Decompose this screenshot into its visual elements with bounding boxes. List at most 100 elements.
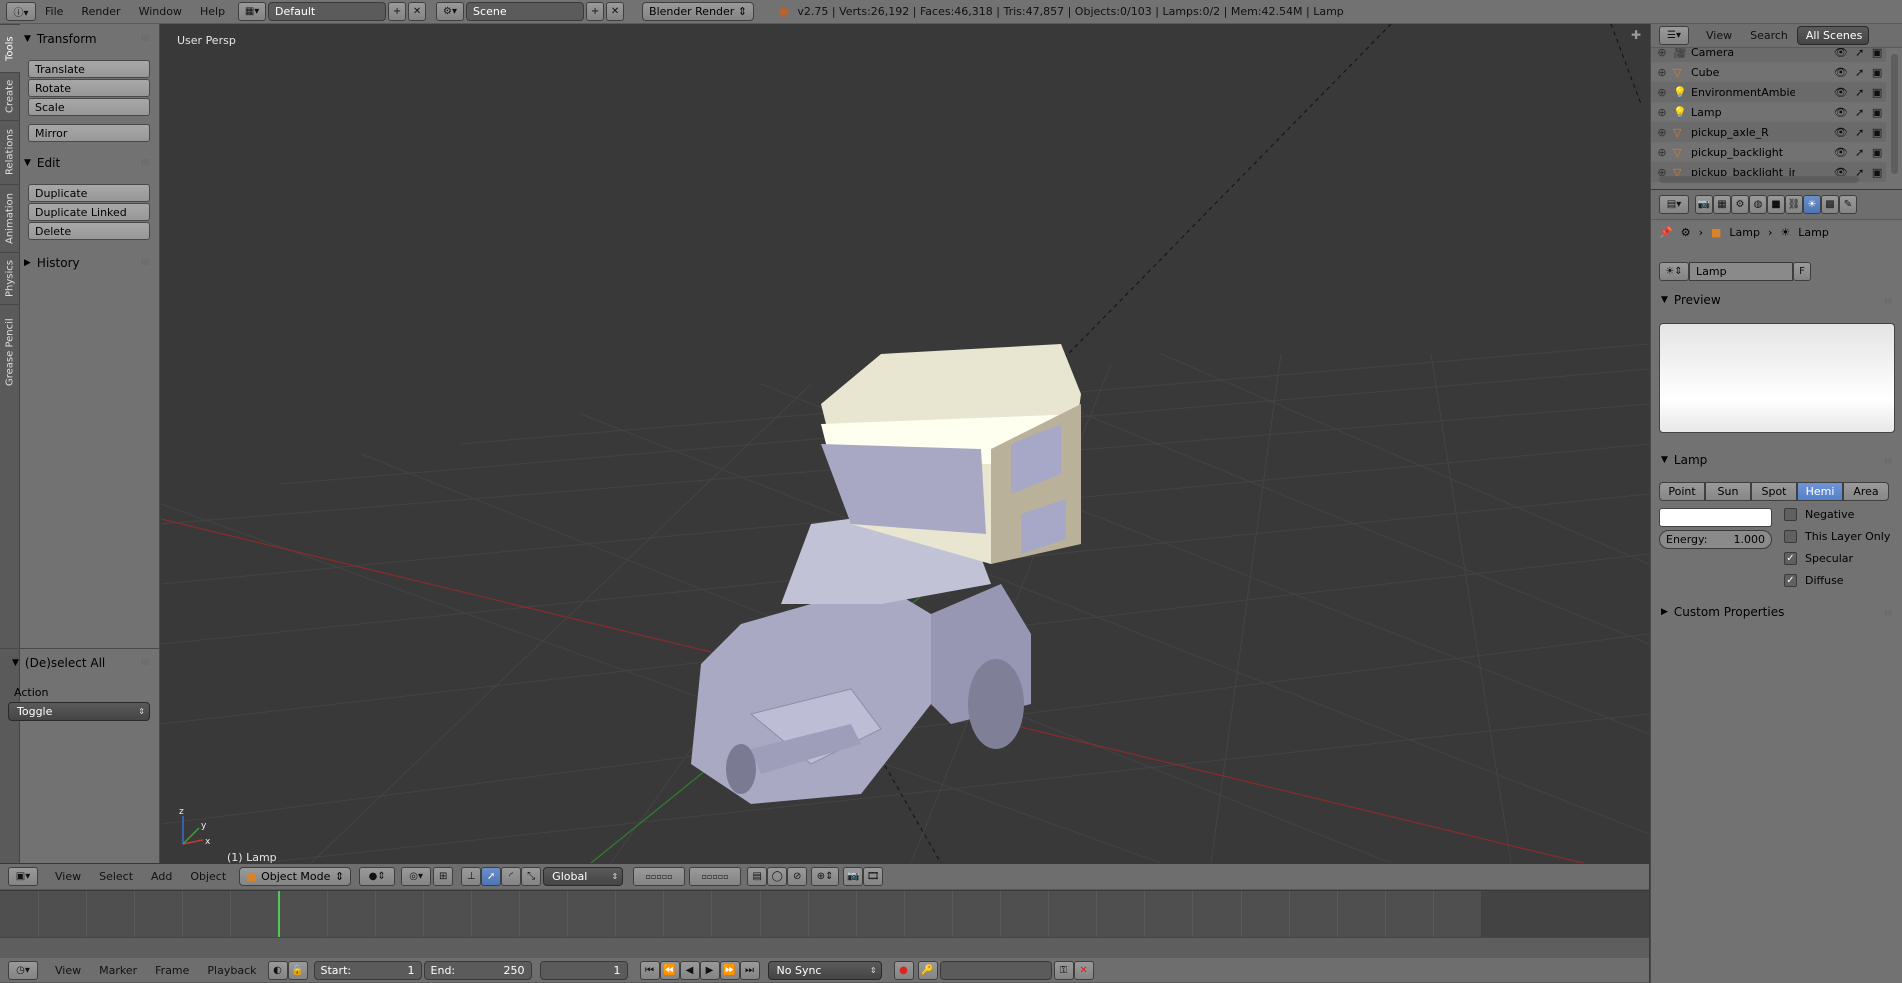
- option-negative[interactable]: Negative: [1784, 508, 1854, 521]
- jump-keyframe-back-icon[interactable]: ⏪: [659, 960, 680, 980]
- render-camera-icon[interactable]: ▣: [1872, 126, 1882, 139]
- insert-keyframe-icon[interactable]: ⚿: [1053, 960, 1074, 980]
- manipulator-icon[interactable]: ⊥: [461, 867, 482, 886]
- viewport-shading-icon[interactable]: ●⇕: [359, 867, 396, 886]
- outliner-editor-type-icon[interactable]: ☰▾: [1659, 26, 1689, 45]
- panel-grip-icon[interactable]: ⁝⁝⁝: [141, 658, 149, 667]
- panel-grip-icon[interactable]: ⁝⁝⁝: [141, 158, 149, 167]
- constraints-tab-icon[interactable]: ⛓: [1785, 195, 1803, 214]
- outliner-row[interactable]: ⊕ 🎥 Camera 👁 ➚ ▣: [1651, 48, 1886, 62]
- tab-animation[interactable]: Animation: [0, 184, 20, 252]
- render-camera-icon[interactable]: ▣: [1872, 146, 1882, 159]
- lamp-type-sun[interactable]: Sun: [1705, 482, 1751, 501]
- panel-grip-icon[interactable]: ⁝⁝⁝: [1884, 457, 1892, 466]
- duplicate-button[interactable]: Duplicate: [28, 184, 150, 202]
- option-diffuse[interactable]: ✓ Diffuse: [1784, 574, 1844, 587]
- lamp-data-tab-icon[interactable]: ☀: [1803, 195, 1821, 214]
- checkbox-icon[interactable]: ✓: [1784, 552, 1797, 565]
- energy-field[interactable]: Energy: 1.000: [1659, 530, 1772, 549]
- expand-icon[interactable]: ⊕: [1651, 86, 1673, 99]
- panel-grip-icon[interactable]: ⁝⁝⁝: [1884, 297, 1892, 306]
- keying-set-icon[interactable]: 🔑: [917, 960, 938, 980]
- expand-icon[interactable]: ⊕: [1651, 66, 1673, 79]
- outliner-object-name[interactable]: Camera: [1691, 48, 1795, 59]
- tab-tools[interactable]: Tools: [0, 24, 20, 72]
- pivot-point-icon[interactable]: ◎▾: [401, 867, 432, 886]
- scene-tab-icon[interactable]: ⚙: [1731, 195, 1749, 214]
- render-anim-icon[interactable]: 🎞: [863, 867, 884, 886]
- timeline-editor-type-icon[interactable]: ◷▾: [8, 960, 38, 980]
- render-camera-icon[interactable]: ▣: [1872, 66, 1882, 79]
- render-tab-icon[interactable]: 📷: [1695, 195, 1713, 214]
- edit-panel-header[interactable]: ▼ Edit: [24, 154, 60, 172]
- expand-icon[interactable]: ⊕: [1651, 146, 1673, 159]
- timeline-menu-marker[interactable]: Marker: [90, 964, 146, 977]
- texture-tab-icon[interactable]: ▩: [1821, 195, 1839, 214]
- tab-grease-pencil[interactable]: Grease Pencil: [0, 304, 20, 400]
- scale-button[interactable]: Scale: [28, 98, 150, 116]
- keying-set-field[interactable]: [939, 960, 1052, 980]
- lamp-type-hemi[interactable]: Hemi: [1797, 482, 1843, 501]
- selectable-cursor-icon[interactable]: ➚: [1855, 66, 1864, 79]
- visibility-eye-icon[interactable]: 👁: [1834, 106, 1848, 119]
- tab-physics[interactable]: Physics: [0, 252, 20, 304]
- menu-window[interactable]: Window: [130, 5, 191, 18]
- visibility-eye-icon[interactable]: 👁: [1834, 126, 1848, 139]
- lamp-panel-header[interactable]: ▼ Lamp: [1661, 453, 1707, 467]
- render-layers-tab-icon[interactable]: ▦: [1713, 195, 1731, 214]
- menu-view[interactable]: View: [46, 870, 90, 883]
- selectable-cursor-icon[interactable]: ➚: [1855, 126, 1864, 139]
- timeline-menu-view[interactable]: View: [46, 964, 90, 977]
- delete-button[interactable]: Delete: [28, 222, 150, 240]
- preview-panel-header[interactable]: ▼ Preview: [1661, 293, 1721, 307]
- outliner-menu-view[interactable]: View: [1697, 29, 1741, 42]
- world-tab-icon[interactable]: ◍: [1749, 195, 1767, 214]
- translate-button[interactable]: Translate: [28, 60, 150, 78]
- selectable-cursor-icon[interactable]: ➚: [1855, 48, 1864, 59]
- object-tab-icon[interactable]: ■: [1767, 195, 1785, 214]
- visibility-eye-icon[interactable]: 👁: [1834, 86, 1848, 99]
- timeline-menu-playback[interactable]: Playback: [198, 964, 265, 977]
- translate-manipulator-icon[interactable]: ➚: [481, 867, 502, 886]
- remove-scene-icon[interactable]: ✕: [606, 2, 625, 21]
- deselect-all-panel-header[interactable]: ▼ (De)select All: [12, 654, 105, 672]
- 3d-viewport[interactable]: User Persp (1) Lamp z y x ✚: [161, 24, 1649, 863]
- visibility-eye-icon[interactable]: 👁: [1834, 146, 1848, 159]
- timeline-menu-frame[interactable]: Frame: [146, 964, 198, 977]
- outliner-row[interactable]: ⊕💡 EnvironmentAmbientLi 👁 ➚ ▣: [1651, 82, 1886, 102]
- expand-icon[interactable]: ⊕: [1651, 48, 1673, 59]
- visibility-eye-icon[interactable]: 👁: [1834, 66, 1848, 79]
- outliner-scrollbar[interactable]: [1891, 54, 1898, 174]
- outliner-row[interactable]: ⊕ ▽ pickup_axle_R 👁 ➚ ▣: [1651, 122, 1886, 142]
- jump-start-icon[interactable]: ⏮: [639, 960, 660, 980]
- current-frame-field[interactable]: 1: [539, 960, 628, 980]
- fake-user-button[interactable]: F: [1793, 262, 1811, 281]
- layers-grid-2-icon[interactable]: ▫▫▫▫▫: [689, 867, 742, 886]
- rotate-manipulator-icon[interactable]: ◜: [501, 867, 522, 886]
- pin-icon[interactable]: 📌: [1659, 226, 1673, 239]
- mode-dropdown[interactable]: ■ Object Mode ⇕: [239, 867, 352, 886]
- menu-file[interactable]: File: [36, 5, 72, 18]
- panel-grip-icon[interactable]: ⁝⁝⁝: [141, 258, 149, 267]
- render-camera-icon[interactable]: ▣: [1872, 86, 1882, 99]
- lamp-type-area[interactable]: Area: [1843, 482, 1889, 501]
- outliner-object-name[interactable]: pickup_axle_R: [1691, 126, 1795, 139]
- lamp-color-swatch[interactable]: [1659, 508, 1772, 527]
- render-camera-icon[interactable]: ▣: [1872, 106, 1882, 119]
- play-reverse-icon[interactable]: ◀: [679, 960, 700, 980]
- expand-icon[interactable]: ⊕: [1651, 106, 1673, 119]
- checkbox-icon[interactable]: ✓: [1784, 574, 1797, 587]
- rotate-button[interactable]: Rotate: [28, 79, 150, 97]
- custom-properties-header[interactable]: ▶ Custom Properties: [1661, 605, 1784, 619]
- lock-time-icon[interactable]: 🔒: [287, 960, 308, 980]
- transform-orientation-dropdown[interactable]: Global ⇕: [543, 867, 624, 886]
- selectable-cursor-icon[interactable]: ➚: [1855, 146, 1864, 159]
- jump-keyframe-forward-icon[interactable]: ⏩: [719, 960, 740, 980]
- scene-field[interactable]: Scene: [466, 2, 585, 21]
- screen-layout-icon[interactable]: ▦▾: [238, 2, 267, 21]
- option-this-layer-only[interactable]: This Layer Only: [1784, 530, 1890, 543]
- scene-icon[interactable]: ⚙▾: [436, 2, 465, 21]
- properties-editor-type-icon[interactable]: ▤▾: [1659, 195, 1689, 214]
- panel-grip-icon[interactable]: ⁝⁝⁝: [1884, 609, 1892, 618]
- tab-relations[interactable]: Relations: [0, 120, 20, 184]
